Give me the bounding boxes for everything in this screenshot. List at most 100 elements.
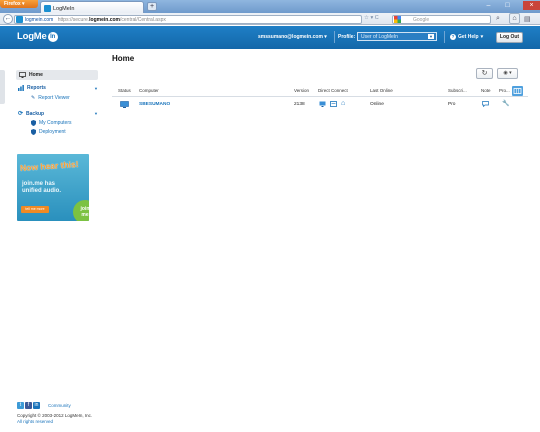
maximize-window-icon[interactable]: □ — [502, 1, 513, 10]
logmein-logo[interactable]: LogMe In — [17, 31, 58, 42]
computer-name-link[interactable]: SBESUMANO — [139, 102, 170, 107]
report-icon: ✎ — [31, 95, 36, 101]
site-identity-icon[interactable] — [16, 16, 23, 23]
url-path: /central/Central.aspx — [120, 17, 166, 23]
close-window-icon[interactable]: × — [523, 1, 540, 10]
browser-tab[interactable]: LogMeIn — [40, 1, 144, 13]
google-search-engine-icon[interactable] — [394, 16, 401, 23]
help-icon: ? — [450, 34, 456, 40]
sidebar-item-deployment[interactable]: Deployment — [31, 129, 66, 135]
minimize-window-icon[interactable]: – — [483, 1, 494, 10]
shield-icon — [31, 129, 36, 135]
search-icon[interactable]: ⌕ — [496, 15, 500, 23]
file-manager-icon[interactable] — [330, 101, 337, 107]
computer-online-status-icon — [120, 101, 129, 108]
bookmarks-menu-icon[interactable]: ▤ — [524, 15, 531, 23]
header-divider — [334, 31, 335, 43]
bookmark-star-icon[interactable]: ☆ — [364, 15, 369, 21]
reload-icon[interactable]: C — [375, 15, 379, 21]
column-header-direct-connect[interactable]: Direct Connect — [318, 88, 348, 93]
sidebar-item-label: Deployment — [39, 129, 66, 135]
banner-line-1: join.me has — [22, 181, 56, 187]
column-header-last-online[interactable]: Last Online — [370, 88, 393, 93]
url-identity-domain: logmein.com — [25, 17, 54, 23]
sidebar-item-my-computers[interactable]: My Computers — [31, 120, 72, 126]
logout-button[interactable]: Log Out — [496, 32, 523, 43]
sidebar-item-backup[interactable]: ⟳ Backup — [18, 110, 45, 118]
get-help-menu[interactable]: ? Get Help ▾ — [450, 34, 483, 40]
sidebar-collapse-handle[interactable] — [0, 70, 5, 104]
joinme-ad-banner[interactable]: Now hear this! join.me has unified audio… — [17, 154, 89, 221]
history-dropdown-icon[interactable]: ▾ — [370, 15, 373, 21]
logmein-favicon-icon — [44, 5, 51, 12]
linkedin-icon[interactable]: in — [33, 402, 40, 409]
banner-line-2: unified audio. — [22, 188, 61, 194]
page-title: Home — [112, 54, 135, 63]
sidebar-item-report-viewer[interactable]: ✎ Report Viewer — [31, 95, 70, 101]
social-links: t f in — [17, 402, 40, 409]
monitor-icon — [19, 72, 26, 78]
column-header-computer[interactable]: Computer — [139, 88, 159, 93]
bar-chart-icon — [18, 85, 24, 91]
url-bar[interactable]: logmein.com https://secure.logmein.com/c… — [14, 15, 362, 24]
profile-label: Profile: — [338, 34, 356, 40]
computer-version: 2138 — [294, 102, 305, 107]
twitter-icon[interactable]: t — [17, 402, 24, 409]
chevron-down-icon[interactable]: ▼ — [94, 111, 98, 116]
user-account-menu[interactable]: smssumano@logmein.com ▾ — [258, 34, 327, 40]
firefox-menu-label: Firefox — [4, 1, 21, 7]
profile-selected-value: User of LogMeIn — [361, 34, 398, 40]
back-arrow-icon[interactable]: ← — [3, 14, 13, 24]
joinme-logo-line-2: me — [81, 212, 89, 218]
url-scheme: https://secure. — [57, 17, 90, 23]
shield-icon — [31, 120, 36, 126]
get-help-label: Get Help — [458, 34, 479, 40]
column-header-subscription[interactable]: Subscri... — [448, 88, 467, 93]
sidebar-item-label: Reports — [27, 85, 46, 91]
logo-in-badge: In — [47, 31, 58, 42]
url-host: logmein.com — [89, 17, 120, 23]
copyright-text: Copyright © 2003-2012 LogMeIn, Inc. All … — [17, 413, 92, 424]
copyright-line-1: Copyright © 2003-2012 LogMeIn, Inc. — [17, 413, 93, 418]
subscription-value: Pro — [448, 102, 456, 107]
eye-icon: ◉ — [503, 70, 508, 76]
joinme-logo: join me — [73, 200, 89, 221]
sidebar-item-label: Report Viewer — [38, 95, 70, 101]
remote-control-icon[interactable] — [319, 101, 326, 107]
header-divider — [444, 31, 445, 43]
backup-sync-icon: ⟳ — [18, 111, 24, 117]
community-link[interactable]: Community — [48, 403, 71, 408]
sidebar-item-label: Backup — [26, 110, 45, 117]
toolbar-icons: ⌕ ⌂ ▤ — [494, 13, 540, 24]
home-icon[interactable]: ⌂ — [509, 13, 520, 24]
sidebar-item-label: Home — [29, 72, 43, 78]
facebook-icon[interactable]: f — [25, 402, 32, 409]
chevron-down-icon[interactable]: ▼ — [94, 86, 98, 91]
refresh-icon[interactable]: ↻ — [476, 68, 493, 79]
view-options-button[interactable]: ◉ ▾ — [497, 68, 518, 79]
tab-title: LogMeIn — [53, 5, 75, 12]
sidebar — [0, 49, 108, 432]
new-tab-button[interactable]: + — [147, 2, 157, 11]
column-header-status[interactable]: Status — [118, 88, 131, 93]
chevron-down-icon: ▼ — [428, 34, 434, 39]
url-bar-actions: ☆ ▾ C — [364, 15, 390, 24]
column-settings-icon[interactable] — [512, 86, 523, 96]
wrench-icon[interactable]: 🔧 — [502, 100, 509, 107]
profile-select[interactable]: User of LogMeIn ▼ — [357, 32, 437, 41]
last-online-status: Online — [370, 102, 384, 107]
copyright-line-2: All rights reserved — [17, 418, 54, 424]
column-header-pro[interactable]: Pro... — [499, 88, 510, 93]
column-header-version[interactable]: Version — [294, 88, 309, 93]
column-header-note[interactable]: Note — [481, 88, 491, 93]
sidebar-item-label: My Computers — [39, 120, 72, 126]
search-input[interactable]: Google — [392, 15, 491, 24]
sidebar-item-reports[interactable]: Reports — [18, 85, 46, 91]
note-icon[interactable] — [482, 101, 489, 107]
banner-cta-button[interactable]: tell me more — [21, 206, 49, 213]
sidebar-item-home[interactable]: Home — [16, 70, 98, 80]
firefox-menu-button[interactable]: Firefox ▾ — [0, 0, 38, 8]
user-email: smssumano@logmein.com — [258, 34, 323, 40]
logo-text: LogMe — [17, 31, 47, 42]
main-menu-home-icon[interactable]: ⌂ — [341, 100, 345, 107]
